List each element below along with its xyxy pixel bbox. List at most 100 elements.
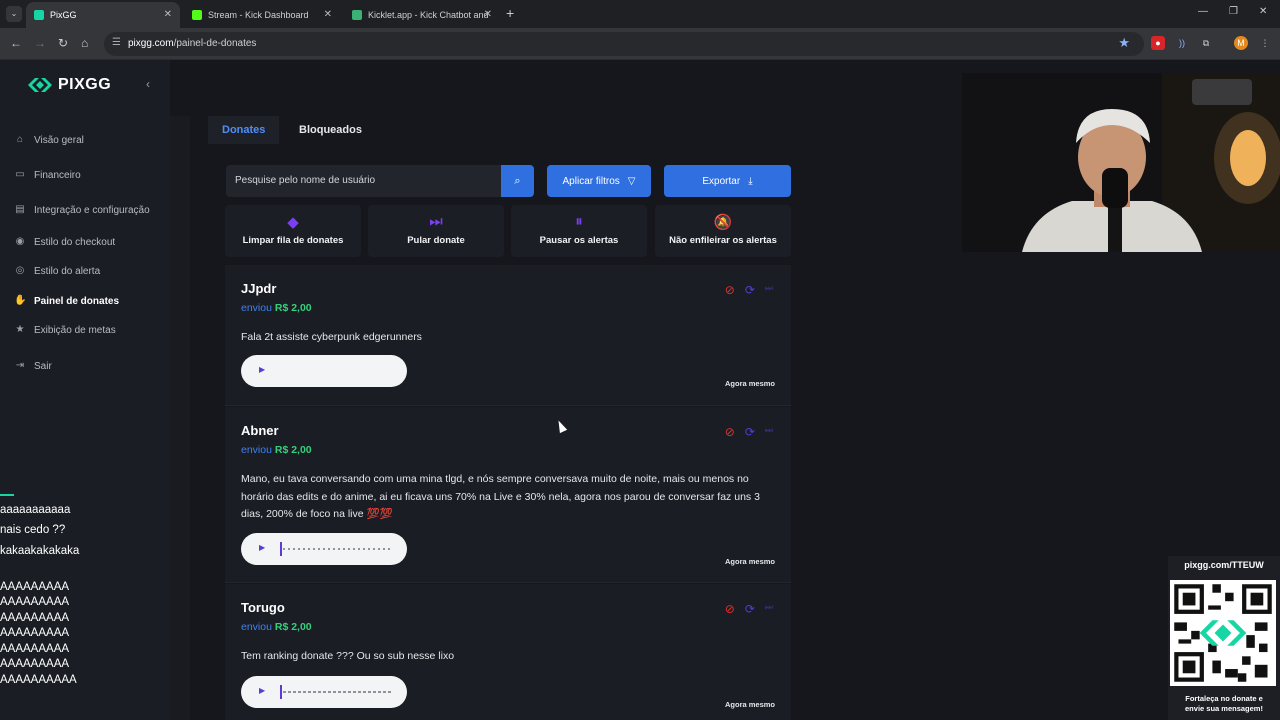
browser-menu-icon[interactable]: ⋮ bbox=[1258, 36, 1272, 50]
restore-icon[interactable]: ❐ bbox=[1229, 6, 1238, 17]
clear-queue-button[interactable]: ◆ Limpar fila de donates bbox=[225, 205, 361, 257]
donate-amount: R$ 2,00 bbox=[274, 444, 312, 456]
forward-arrow-icon[interactable]: → bbox=[34, 36, 46, 50]
export-label: Exportar bbox=[702, 175, 741, 187]
extensions-puzzle-icon[interactable]: ⧉ bbox=[1199, 36, 1213, 50]
donor-name: Abner bbox=[241, 423, 279, 438]
pause-alerts-button[interactable]: ⏸ Pausar os alertas bbox=[511, 205, 647, 257]
sidebar-item-label: Painel de donates bbox=[34, 295, 120, 307]
reload-icon[interactable]: ↻ bbox=[58, 36, 68, 50]
waveform bbox=[283, 691, 391, 693]
audio-player[interactable]: ▶ bbox=[241, 533, 407, 565]
sidebar-item-label: Exibição de metas bbox=[34, 324, 116, 336]
play-icon[interactable]: ▶ bbox=[259, 686, 265, 695]
address-bar[interactable]: ☰ pixgg.com/painel-de-donates ★ bbox=[104, 32, 1144, 56]
action-label: Não enfileirar os alertas bbox=[669, 235, 777, 246]
browser-tab-bar: ⌄ PixGG ✕ Stream - Kick Dashboard ✕ Kick… bbox=[0, 0, 1280, 28]
site-info-icon[interactable]: ☰ bbox=[112, 37, 121, 48]
qr-donate-overlay: pixgg.com/TTEUW Fortaleça no donate e en… bbox=[1168, 556, 1280, 720]
brand-name: PIXGG bbox=[58, 76, 112, 93]
sidebar-item-financeiro[interactable]: ▭ Financeiro bbox=[14, 169, 80, 181]
sent-verb: enviou bbox=[241, 302, 272, 314]
sidebar-item-integracao[interactable]: ▤ Integração e configuração bbox=[14, 204, 150, 216]
bell-off-icon: 🔕 bbox=[713, 214, 733, 231]
skip-donate-button[interactable]: ⏭ Pular donate bbox=[368, 205, 504, 257]
minimize-icon[interactable]: — bbox=[1198, 6, 1208, 17]
close-tab-icon[interactable]: ✕ bbox=[484, 9, 492, 20]
window-close-icon[interactable]: ✕ bbox=[1259, 6, 1267, 17]
skip-icon[interactable]: ⏭ bbox=[765, 283, 773, 297]
donate-time: Agora mesmo bbox=[724, 700, 775, 709]
no-queue-alerts-button[interactable]: 🔕 Não enfileirar os alertas bbox=[655, 205, 791, 257]
brand-logo[interactable]: PIXGG bbox=[28, 76, 111, 94]
sidebar-item-estilo-checkout[interactable]: ◉ Estilo do checkout bbox=[14, 236, 116, 248]
audio-player[interactable]: ▶ bbox=[241, 676, 407, 708]
browser-tab-kick-dashboard[interactable]: Stream - Kick Dashboard ✕ bbox=[184, 2, 340, 28]
bookmark-star-icon[interactable]: ★ bbox=[1118, 35, 1130, 51]
donate-time: Agora mesmo bbox=[724, 557, 775, 566]
home-icon: ⌂ bbox=[16, 134, 24, 145]
block-icon[interactable]: ⊘ bbox=[725, 602, 735, 616]
sidebar-item-label: Estilo do checkout bbox=[34, 236, 116, 248]
extension-audio-icon[interactable]: )) bbox=[1175, 36, 1189, 50]
browser-tab-kicklet[interactable]: Kicklet.app - Kick Chatbot and ✕ bbox=[344, 2, 500, 28]
skip-icon[interactable]: ⏭ bbox=[765, 425, 773, 439]
filter-icon: ▽ bbox=[627, 175, 636, 187]
sidebar-item-painel-donates[interactable]: ✋ Painel de donates bbox=[14, 295, 119, 307]
link-icon: ▤ bbox=[15, 204, 25, 215]
action-label: Limpar fila de donates bbox=[242, 235, 344, 246]
donate-actions: ⊘ ⟳ ⏭ bbox=[725, 425, 773, 439]
profile-avatar[interactable]: M bbox=[1234, 36, 1248, 50]
search-input[interactable]: Pesquise pelo nome de usuário bbox=[226, 165, 501, 197]
sidebar-item-sair[interactable]: ⇥ Sair bbox=[14, 360, 52, 372]
sidebar-item-exibicao-metas[interactable]: ★ Exibição de metas bbox=[14, 324, 116, 336]
browser-tab-pixgg[interactable]: PixGG ✕ bbox=[26, 2, 180, 28]
sidebar-item-label: Visão geral bbox=[34, 134, 84, 146]
replay-icon[interactable]: ⟳ bbox=[745, 283, 755, 297]
close-tab-icon[interactable]: ✕ bbox=[164, 9, 172, 20]
sidebar-item-estilo-alerta[interactable]: ◎ Estilo do alerta bbox=[14, 265, 101, 277]
tab-title: Stream - Kick Dashboard bbox=[208, 10, 309, 20]
close-tab-icon[interactable]: ✕ bbox=[324, 9, 332, 20]
new-tab-icon[interactable]: + bbox=[506, 5, 514, 21]
sidebar: PIXGG ‹ ⌂ Visão geral ▭ Financeiro ▤ Int… bbox=[0, 60, 170, 720]
kick-favicon-icon bbox=[192, 10, 202, 20]
export-button[interactable]: Exportar ⤓ bbox=[664, 165, 791, 197]
download-icon: ⤓ bbox=[748, 175, 753, 187]
tab-search-button[interactable]: ⌄ bbox=[6, 6, 22, 22]
collapse-sidebar-icon[interactable]: ‹ bbox=[146, 77, 150, 91]
skip-icon[interactable]: ⏭ bbox=[765, 602, 773, 616]
donate-card: JJpdr enviou R$ 2,00 ⊘ ⟳ ⏭ Fala 2t assis… bbox=[225, 265, 791, 406]
block-icon[interactable]: ⊘ bbox=[725, 283, 735, 297]
qr-footer-line: envie sua mensagem! bbox=[1185, 704, 1263, 713]
back-arrow-icon[interactable]: ← bbox=[10, 36, 22, 50]
tab-donates[interactable]: Donates bbox=[208, 116, 280, 144]
block-icon[interactable]: ⊘ bbox=[725, 425, 735, 439]
sidebar-item-visao-geral[interactable]: ⌂ Visão geral bbox=[14, 134, 84, 146]
chat-line: AAAAAAAAA bbox=[0, 627, 70, 639]
donate-actions: ⊘ ⟳ ⏭ bbox=[725, 602, 773, 616]
tab-bloqueados[interactable]: Bloqueados bbox=[285, 116, 376, 144]
action-label: Pausar os alertas bbox=[539, 235, 619, 246]
extension-red-icon[interactable]: ● bbox=[1151, 36, 1165, 50]
play-icon[interactable]: ▶ bbox=[259, 365, 265, 374]
sidebar-item-label: Estilo do alerta bbox=[34, 265, 101, 277]
donate-amount-line: enviou R$ 2,00 bbox=[241, 444, 312, 456]
apply-filters-button[interactable]: Aplicar filtros ▽ bbox=[547, 165, 651, 197]
donate-amount-line: enviou R$ 2,00 bbox=[241, 621, 312, 633]
chat-line: AAAAAAAAA bbox=[0, 580, 70, 593]
tab-title: PixGG bbox=[50, 10, 77, 20]
audio-player[interactable]: ▶ bbox=[241, 355, 407, 387]
browser-toolbar: ← → ↻ ⌂ ☰ pixgg.com/painel-de-donates ★ bbox=[0, 28, 1280, 60]
qr-footer-line: Fortaleça no donate e bbox=[1185, 694, 1263, 703]
sidebar-item-label: Integração e configuração bbox=[34, 204, 150, 216]
apply-filters-label: Aplicar filtros bbox=[562, 175, 620, 187]
replay-icon[interactable]: ⟳ bbox=[745, 602, 755, 616]
star-icon: ★ bbox=[15, 324, 25, 335]
home-browser-icon[interactable]: ⌂ bbox=[81, 36, 88, 50]
chat-line: AAAAAAAAA bbox=[0, 658, 70, 670]
qr-code-icon bbox=[1170, 580, 1276, 686]
replay-icon[interactable]: ⟳ bbox=[745, 425, 755, 439]
play-icon[interactable]: ▶ bbox=[259, 543, 265, 552]
search-button[interactable]: ⌕ bbox=[501, 165, 534, 197]
